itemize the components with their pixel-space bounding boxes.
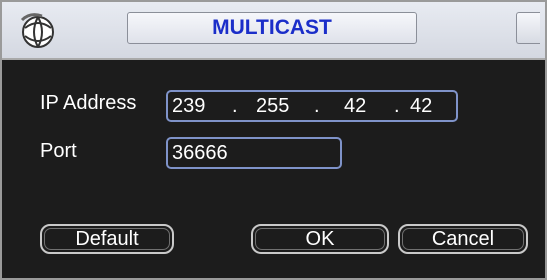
dialog-title: MULTICAST [127,12,417,44]
default-button-label: Default [75,227,139,250]
close-button[interactable] [516,12,540,44]
default-button[interactable]: Default [40,224,174,254]
port-field[interactable]: 36666 [166,137,342,169]
ip-octet-1[interactable]: 239 [172,95,205,118]
ip-address-field[interactable]: 239 . 255 . 42 . 42 [166,90,458,122]
ip-address-label: IP Address [40,92,137,114]
title-bar: MULTICAST [2,2,545,60]
ok-button-label: OK [305,227,335,250]
ip-octet-4[interactable]: 42 [410,95,432,118]
ip-dot-2: . [314,95,320,117]
port-value[interactable]: 36666 [172,142,228,165]
ip-octet-2[interactable]: 255 [256,95,289,118]
port-label: Port [40,140,77,162]
cancel-button-label: Cancel [431,227,495,250]
globe-logo-icon [16,10,60,50]
multicast-dialog: MULTICAST IP Address 239 . 255 . 42 . 42… [0,0,547,280]
ok-button[interactable]: OK [251,224,389,254]
ip-dot-1: . [232,95,238,117]
cancel-button[interactable]: Cancel [398,224,528,254]
ip-dot-3: . [394,95,400,117]
ip-octet-3[interactable]: 42 [344,95,366,118]
